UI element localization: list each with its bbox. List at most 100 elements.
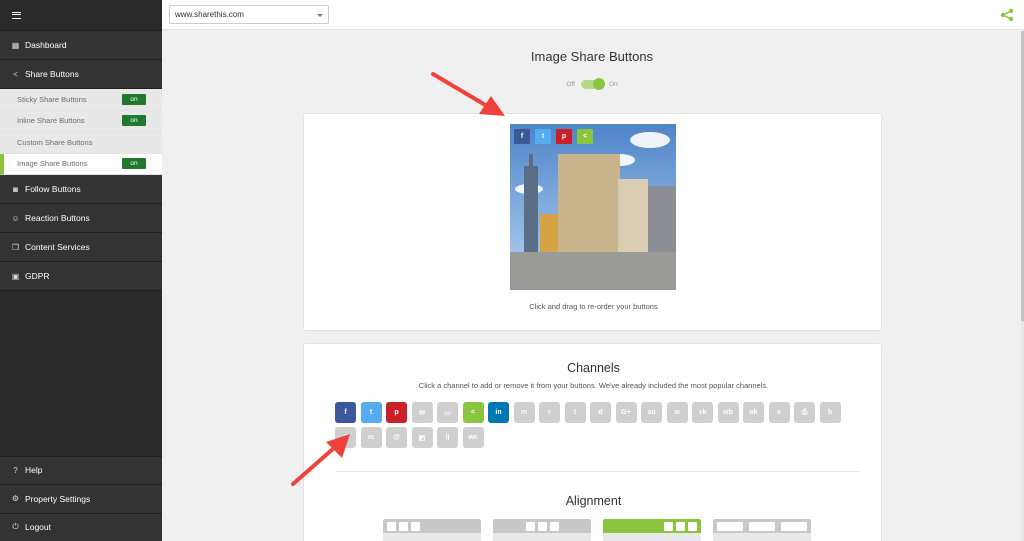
domain-select-value: www.sharethis.com [175, 10, 244, 19]
odnoklassniki-icon[interactable]: ok [743, 402, 764, 423]
page-title: Image Share Buttons [530, 49, 654, 64]
sidebar-item-sticky-share[interactable]: Sticky Share Buttons on [0, 89, 162, 111]
image-share-button-bar: f t p < [514, 129, 593, 144]
lock-icon: ▣ [11, 271, 20, 281]
domain-select[interactable]: www.sharethis.com [169, 5, 329, 24]
help-icon: ? [13, 465, 18, 475]
sidebar-item-dashboard[interactable]: ▦ Dashboard [0, 31, 162, 60]
sidebar-item-label: Help [25, 465, 43, 476]
sms-icon[interactable]: ▭ [437, 402, 458, 423]
sidebar-item-logout[interactable]: ⏻ Logout [0, 512, 162, 541]
smiley-icon: ☺ [11, 213, 20, 223]
sidebar-item-content-services[interactable]: ❐ Content Services [0, 233, 162, 262]
topbar: www.sharethis.com [162, 0, 1024, 30]
delicious-icon[interactable]: ◩ [411, 427, 433, 448]
meneame-icon[interactable]: m [360, 427, 382, 448]
twitter-icon[interactable]: t [360, 402, 382, 423]
sidebar-item-label: Follow Buttons [25, 184, 81, 194]
sidebar-item-label: Share Buttons [25, 69, 79, 79]
sidebar-subitem-label: Image Share Buttons [17, 159, 88, 169]
share-icon[interactable] [1000, 8, 1014, 22]
facebook-icon[interactable]: f [514, 129, 530, 144]
weibo-icon[interactable]: wb [717, 402, 739, 423]
channels-title: Channels [567, 361, 620, 375]
toggle-on-label: On [608, 81, 618, 88]
messenger-icon[interactable]: m [513, 402, 535, 423]
sidebar-item-label: Property Settings [25, 493, 91, 504]
sidebar-item-gdpr[interactable]: ▣ GDPR [0, 262, 162, 291]
sharethis-icon[interactable]: < [462, 402, 484, 423]
sidebar-item-label: Content Services [25, 242, 90, 252]
stumbleupon-icon[interactable]: su [641, 402, 662, 423]
sidebar: ▦ Dashboard < Share Buttons Sticky Share… [0, 0, 162, 541]
sharethis-icon[interactable]: < [577, 129, 593, 144]
alignment-center[interactable] [493, 519, 591, 541]
mailru-icon[interactable]: @ [386, 427, 407, 448]
sidebar-item-inline-share[interactable]: Inline Share Buttons on [0, 111, 162, 132]
sidebar-item-label: GDPR [25, 271, 50, 281]
enable-toggle[interactable] [580, 78, 605, 90]
linkedin-icon[interactable]: in [488, 402, 509, 423]
toggle-knob [592, 78, 605, 90]
alignment-options [383, 519, 811, 541]
status-badge: on [122, 115, 146, 127]
channel-grid: f t p ✉ ▭ < in m r t d G+ su w vk wb ok x ⎙ b Fm @ ◩ lj wc [335, 402, 855, 448]
channels-subtitle: Click a channel to add or remove it from… [418, 381, 769, 390]
status-badge: on [122, 93, 146, 105]
alignment-title: Alignment [565, 494, 622, 508]
power-icon: ⏻ [12, 522, 19, 532]
print-icon[interactable]: ⎙ [794, 402, 815, 423]
whatsapp-icon[interactable]: w [666, 402, 688, 423]
sidebar-item-property-settings[interactable]: ⚙ Property Settings [0, 484, 162, 513]
sidebar-subitem-label: Custom Share Buttons [17, 137, 93, 147]
vk-icon[interactable]: vk [692, 402, 713, 423]
googleplus-icon[interactable]: G+ [615, 402, 637, 423]
enable-toggle-row: Off On [162, 78, 1022, 90]
hamburger-icon [12, 11, 21, 19]
email-icon[interactable]: ✉ [411, 402, 433, 423]
sidebar-item-reaction-buttons[interactable]: ☺ Reaction Buttons [0, 204, 162, 233]
sidebar-item-label: Reaction Buttons [25, 213, 90, 223]
gear-icon: ⚙ [11, 494, 20, 504]
xing-icon[interactable]: x [768, 402, 790, 423]
sidebar-item-label: Dashboard [25, 40, 67, 50]
sidebar-subitem-label: Sticky Share Buttons [17, 94, 87, 104]
rss-icon: ◙ [13, 184, 18, 194]
preview-card: f t p < Click and drag to re-order your … [303, 113, 882, 331]
chevron-down-icon [317, 14, 323, 17]
menu-button[interactable] [0, 0, 162, 31]
channels-card: Channels Click a channel to add or remov… [303, 343, 882, 541]
blogger-icon[interactable]: b [819, 402, 841, 423]
preview-image: f t p < [510, 124, 676, 290]
digg-icon[interactable]: d [590, 402, 611, 423]
grid-icon: ▦ [11, 40, 20, 50]
tumblr-icon[interactable]: t [564, 402, 586, 423]
wechat-icon[interactable]: wc [462, 427, 484, 448]
facebook-icon[interactable]: f [335, 402, 356, 423]
livejournal-icon[interactable]: lj [437, 427, 458, 448]
sidebar-item-share-buttons[interactable]: < Share Buttons [0, 60, 162, 89]
pinterest-icon[interactable]: p [556, 129, 572, 144]
preview-caption: Click and drag to re-order your buttons [529, 302, 658, 311]
copy-icon: ❐ [11, 242, 20, 252]
sidebar-subitem-label: Inline Share Buttons [17, 116, 85, 126]
reddit-icon[interactable]: r [539, 402, 560, 423]
alignment-left[interactable] [383, 519, 481, 541]
sidebar-item-label: Logout [25, 522, 51, 533]
sidebar-bottom: ? Help ⚙ Property Settings ⏻ Logout [0, 455, 162, 541]
toggle-off-label: Off [566, 81, 575, 88]
alignment-justified[interactable] [713, 519, 811, 541]
alignment-right[interactable] [603, 519, 701, 541]
share-icon: < [13, 69, 18, 79]
status-badge: on [122, 158, 146, 170]
sidebar-item-custom-share[interactable]: Custom Share Buttons [0, 132, 162, 154]
divider [336, 471, 859, 472]
main-content: Image Share Buttons Off On f t p < Click [162, 31, 1022, 541]
sidebar-item-help[interactable]: ? Help [0, 455, 162, 484]
pinterest-icon[interactable]: p [386, 402, 407, 423]
sidebar-item-image-share[interactable]: Image Share Buttons on [0, 153, 162, 175]
sidebar-item-follow-buttons[interactable]: ◙ Follow Buttons [0, 175, 162, 204]
flipboard-icon[interactable]: F [335, 427, 356, 448]
share-buttons-submenu: Sticky Share Buttons on Inline Share But… [0, 89, 162, 175]
twitter-icon[interactable]: t [535, 129, 551, 144]
